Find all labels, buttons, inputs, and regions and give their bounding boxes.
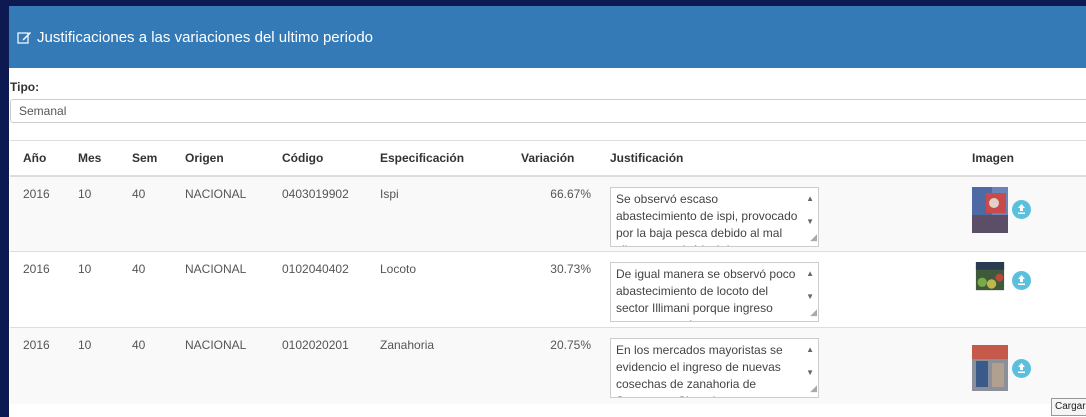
cell-especificacion: Zanahoria	[367, 327, 508, 404]
justification-textarea[interactable]: Se observó escaso abastecimiento de ispi…	[610, 186, 819, 247]
header-especificacion: Especificación	[367, 140, 508, 177]
header-sem: Sem	[119, 140, 172, 177]
header-mes: Mes	[65, 140, 119, 177]
variations-table: Año Mes Sem Origen Código Especificación…	[10, 140, 1086, 404]
cell-sem: 40	[119, 175, 172, 252]
cell-justificacion: De igual manera se observó poco abasteci…	[597, 251, 959, 328]
cell-especificacion: Ispi	[367, 175, 508, 252]
scroll-down-icon[interactable]: ▼	[806, 288, 814, 305]
table-row: 2016 10 40 NACIONAL 0403019902 Ispi 66.6…	[10, 175, 1086, 252]
cell-sem: 40	[119, 251, 172, 328]
upload-icon	[1018, 362, 1026, 373]
cell-justificacion: Se observó escaso abastecimiento de ispi…	[597, 175, 959, 252]
cell-anio: 2016	[10, 175, 65, 252]
edit-icon	[17, 30, 32, 45]
thumbnail-image[interactable]	[972, 186, 1008, 233]
tipo-label: Tipo:	[10, 80, 40, 94]
cell-mes: 10	[65, 251, 119, 328]
scroll-down-icon[interactable]: ▼	[806, 364, 814, 381]
justification-textarea[interactable]: En los mercados mayoristas se evidencio …	[610, 338, 819, 398]
justification-text: De igual manera se observó poco abasteci…	[616, 267, 796, 321]
scroll-down-icon[interactable]: ▼	[806, 213, 814, 230]
scroll-up-icon[interactable]: ▲	[806, 265, 814, 282]
upload-icon	[1018, 274, 1026, 285]
table-row: 2016 10 40 NACIONAL 0102020201 Zanahoria…	[10, 327, 1086, 404]
cell-variacion: 30.73%	[508, 251, 597, 328]
resize-handle-icon[interactable]: ◢	[810, 380, 817, 397]
header-variacion: Variación	[508, 140, 597, 177]
header-imagen: Imagen	[959, 140, 1086, 177]
header-justificacion: Justificación	[597, 140, 959, 177]
cell-variacion: 20.75%	[508, 327, 597, 404]
header-anio: Año	[10, 140, 65, 177]
thumbnail-image[interactable]	[972, 262, 1008, 298]
cell-mes: 10	[65, 175, 119, 252]
cell-imagen	[959, 327, 1086, 404]
cell-codigo: 0102040402	[269, 251, 367, 328]
tipo-select[interactable]: Semanal	[10, 99, 1086, 123]
upload-button[interactable]	[1012, 200, 1032, 219]
upload-button[interactable]	[1012, 358, 1032, 378]
cell-codigo: 0403019902	[269, 175, 367, 252]
justification-text: Se observó escaso abastecimiento de ispi…	[616, 191, 798, 246]
cell-anio: 2016	[10, 251, 65, 328]
scroll-up-icon[interactable]: ▲	[806, 341, 814, 358]
header-origen: Origen	[172, 140, 269, 177]
cell-imagen	[959, 251, 1086, 328]
cell-anio: 2016	[10, 327, 65, 404]
cell-codigo: 0102020201	[269, 327, 367, 404]
panel-title: Justificaciones a las variaciones del ul…	[37, 28, 374, 46]
justification-textarea[interactable]: De igual manera se observó poco abasteci…	[610, 262, 819, 322]
scroll-up-icon[interactable]: ▲	[806, 190, 814, 207]
thumbnail-image[interactable]	[972, 338, 1008, 398]
cell-origen: NACIONAL	[172, 175, 269, 252]
table-row: 2016 10 40 NACIONAL 0102040402 Locoto 30…	[10, 251, 1086, 328]
table-header-row: Año Mes Sem Origen Código Especificación…	[10, 140, 1086, 177]
cell-origen: NACIONAL	[172, 251, 269, 328]
upload-button[interactable]	[1012, 270, 1032, 290]
upload-tooltip: Cargar	[1051, 398, 1086, 416]
resize-handle-icon[interactable]: ◢	[810, 229, 817, 246]
cell-sem: 40	[119, 327, 172, 404]
header-codigo: Código	[269, 140, 367, 177]
cell-mes: 10	[65, 327, 119, 404]
cell-variacion: 66.67%	[508, 175, 597, 252]
cell-especificacion: Locoto	[367, 251, 508, 328]
window-frame-left	[0, 0, 9, 417]
upload-icon	[1018, 204, 1026, 214]
panel-header: Justificaciones a las variaciones del ul…	[9, 6, 1086, 68]
cell-origen: NACIONAL	[172, 327, 269, 404]
justification-text: En los mercados mayoristas se evidencio …	[616, 343, 783, 397]
cell-imagen	[959, 175, 1086, 252]
resize-handle-icon[interactable]: ◢	[810, 304, 817, 321]
cell-justificacion: En los mercados mayoristas se evidencio …	[597, 327, 959, 404]
